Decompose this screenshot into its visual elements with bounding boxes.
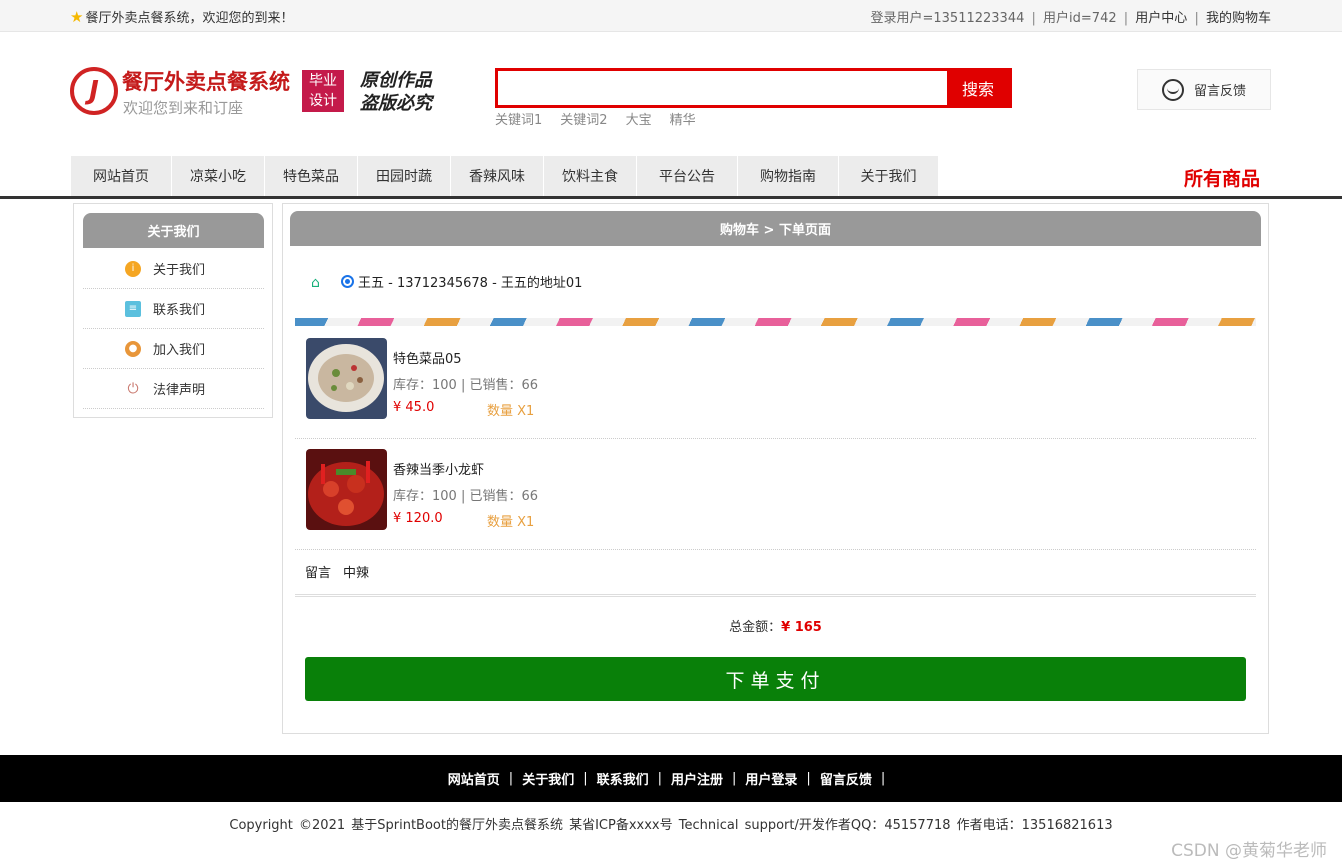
feedback-button[interactable]: 留言反馈 — [1137, 69, 1271, 110]
copyright-text: Copyright ©2021 基于SprintBoot的餐厅外卖点餐系统 某省… — [229, 818, 1113, 833]
login-user-text: 登录用户=13511223344 — [870, 11, 1025, 26]
product-thumbnail[interactable] — [306, 449, 387, 530]
footer-link-feedback[interactable]: 留言反馈 — [820, 769, 872, 788]
sidebar-item-contact-us[interactable]: ≡ 联系我们 — [83, 289, 264, 329]
nav-item-vegetables[interactable]: 田园时蔬 — [358, 156, 451, 196]
user-id-text: 用户id=742 — [1043, 11, 1117, 26]
nav-item-cold-dishes[interactable]: 凉菜小吃 — [172, 156, 265, 196]
envelope-stripe-divider — [295, 318, 1256, 326]
product-name[interactable]: 特色菜品05 — [393, 348, 462, 367]
keyword-link[interactable]: 大宝 — [626, 109, 652, 128]
nav-item-spicy[interactable]: 香辣风味 — [451, 156, 544, 196]
feedback-label: 留言反馈 — [1193, 84, 1246, 99]
order-panel-title: 购物车 > 下单页面 — [290, 211, 1261, 246]
logo-subtitle: 欢迎您到来和订座 — [123, 99, 244, 117]
original-work-label: 原创作品 盗版必究 — [360, 70, 432, 114]
sidebar: 关于我们 i 关于我们 ≡ 联系我们 ● 加入我们 ⏻ 法律声明 — [73, 203, 273, 418]
csdn-watermark: CSDN @黄菊华老师 — [1171, 841, 1327, 861]
product-stock: 库存：100 | 已销售：66 — [393, 378, 538, 393]
clipboard-icon: ≡ — [125, 300, 141, 317]
sidebar-item-join-us[interactable]: ● 加入我们 — [83, 329, 264, 369]
product-price: ¥ 45.0 — [393, 400, 435, 415]
welcome-message: ★ 餐厅外卖点餐系统，欢迎您的到来！ — [70, 7, 294, 27]
top-bar: ★ 餐厅外卖点餐系统，欢迎您的到来！ 登录用户=13511223344 | 用户… — [0, 0, 1342, 32]
address-radio[interactable] — [341, 275, 354, 288]
footer-link-login[interactable]: 用户登录 — [745, 769, 797, 788]
address-option[interactable]: ⌂ 王五 - 13712345678 - 王五的地址01 — [311, 272, 583, 292]
search-input[interactable] — [498, 71, 950, 105]
place-order-pay-button[interactable]: 下单支付 — [305, 657, 1246, 701]
footer-nav: 网站首页 | 关于我们 | 联系我们 | 用户注册 | 用户登录 | 留言反馈 | — [0, 755, 1342, 802]
info-icon: i — [125, 260, 141, 277]
sidebar-item-about-us[interactable]: i 关于我们 — [83, 249, 264, 289]
footer-link-register[interactable]: 用户注册 — [671, 769, 723, 788]
product-stock: 库存：100 | 已销售：66 — [393, 489, 538, 504]
lock-icon: ● — [125, 340, 141, 357]
footer-link-about[interactable]: 关于我们 — [522, 769, 574, 788]
location-pin-icon: ⌂ — [311, 274, 320, 291]
user-center-link[interactable]: 用户中心 — [1135, 11, 1187, 26]
remark-label: 留言 — [305, 566, 332, 581]
star-icon: ★ — [70, 7, 84, 26]
total-amount: ¥ 165 — [781, 620, 822, 635]
power-icon: ⏻ — [125, 380, 141, 397]
nav-item-shopping-guide[interactable]: 购物指南 — [738, 156, 839, 196]
logo-title[interactable]: 餐厅外卖点餐系统 — [122, 66, 290, 96]
headset-icon — [1161, 78, 1184, 101]
product-thumbnail[interactable] — [306, 338, 387, 419]
nav-item-drinks-staples[interactable]: 饮料主食 — [544, 156, 637, 196]
order-panel: 购物车 > 下单页面 ⌂ 王五 - 13712345678 - 王五的地址01 … — [282, 203, 1269, 734]
keyword-link[interactable]: 关键词1 — [495, 109, 542, 128]
product-name[interactable]: 香辣当季小龙虾 — [393, 459, 484, 478]
my-cart-link[interactable]: 我的购物车 — [1206, 11, 1271, 26]
sidebar-item-legal[interactable]: ⏻ 法律声明 — [83, 369, 264, 409]
nav-item-about-us[interactable]: 关于我们 — [839, 156, 939, 196]
footer-link-home[interactable]: 网站首页 — [448, 769, 500, 788]
nav-item-home[interactable]: 网站首页 — [71, 156, 172, 196]
address-text: 王五 - 13712345678 - 王五的地址01 — [358, 276, 583, 291]
keyword-link[interactable]: 精华 — [670, 109, 696, 128]
nav-divider — [0, 196, 1342, 199]
search-box: 搜索 — [495, 68, 1012, 108]
main-nav: 网站首页 凉菜小吃 特色菜品 田园时蔬 香辣风味 饮料主食 平台公告 购物指南 … — [71, 156, 939, 196]
user-links: 登录用户=13511223344 | 用户id=742 | 用户中心 | 我的购… — [870, 11, 1272, 26]
search-keywords: 关键词1 关键词2 大宝 精华 — [495, 109, 696, 128]
search-button[interactable]: 搜索 — [947, 71, 1009, 105]
order-total: 总金额：¥ 165 — [283, 616, 1268, 635]
logo-icon[interactable]: J — [70, 67, 118, 115]
product-quantity: 数量 X1 — [487, 515, 535, 530]
cart-item: 香辣当季小龙虾 库存：100 | 已销售：66 ¥ 120.0 数量 X1 — [295, 439, 1256, 550]
graduation-badge: 毕业 设计 — [302, 70, 344, 112]
welcome-text: 餐厅外卖点餐系统，欢迎您的到来！ — [85, 11, 294, 26]
all-goods-link[interactable]: 所有商品 — [1184, 164, 1260, 191]
footer-link-contact[interactable]: 联系我们 — [597, 769, 649, 788]
nav-item-specialty[interactable]: 特色菜品 — [265, 156, 358, 196]
remark-input[interactable] — [343, 564, 744, 579]
sidebar-title: 关于我们 — [83, 213, 264, 248]
cart-item: 特色菜品05 库存：100 | 已销售：66 ¥ 45.0 数量 X1 — [295, 328, 1256, 439]
nav-item-announcements[interactable]: 平台公告 — [637, 156, 738, 196]
product-quantity: 数量 X1 — [487, 404, 535, 419]
product-price: ¥ 120.0 — [393, 511, 443, 526]
keyword-link[interactable]: 关键词2 — [560, 109, 607, 128]
total-label: 总金额： — [729, 620, 782, 635]
remark-row: 留言 — [295, 549, 1256, 597]
